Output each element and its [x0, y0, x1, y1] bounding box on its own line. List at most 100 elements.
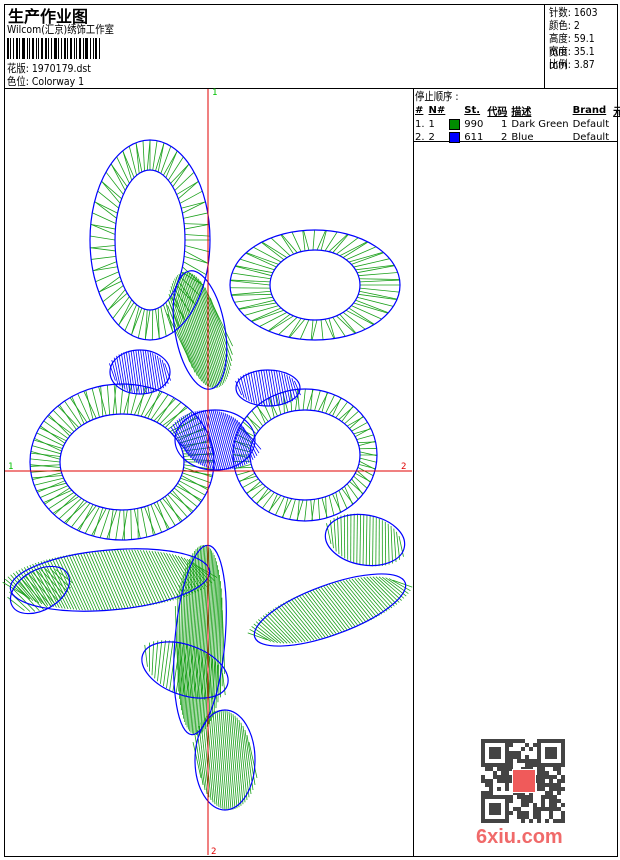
qr-module — [525, 755, 529, 759]
stitch — [112, 296, 130, 319]
qr-module — [537, 775, 541, 779]
stitch — [37, 480, 66, 493]
stop-sequence-title: 停止顺序 : — [415, 90, 459, 103]
stitch — [328, 318, 336, 339]
stitch — [328, 495, 335, 516]
qr-module — [549, 803, 553, 807]
stitch — [128, 146, 137, 176]
qr-module — [501, 771, 505, 775]
stitch — [133, 508, 141, 539]
stitch — [339, 313, 357, 334]
qr-module — [533, 811, 537, 815]
stitch — [368, 515, 371, 566]
stitch — [256, 488, 269, 505]
axis-left-label: 1 — [8, 462, 14, 472]
qr-module — [557, 783, 561, 787]
stitch — [163, 640, 170, 687]
qr-module — [557, 767, 561, 771]
qr-module — [553, 799, 557, 803]
stitch — [171, 489, 193, 514]
qr-module — [545, 771, 549, 775]
stitch — [297, 499, 300, 521]
qr-module — [509, 751, 513, 755]
qr-module — [537, 819, 541, 823]
stitch — [110, 163, 126, 191]
qr-module — [505, 779, 509, 783]
stitch — [93, 507, 104, 537]
qr-module — [493, 771, 497, 775]
qr-module — [537, 811, 541, 815]
table-row[interactable]: 2. 2 611 2 Blue Default — [415, 131, 620, 144]
table-row[interactable]: 1. 1 990 1 Dark Green Default — [415, 118, 620, 131]
stitch — [34, 437, 62, 452]
stitch — [355, 299, 389, 314]
stitch — [166, 640, 174, 689]
qr-module — [521, 747, 525, 751]
qr-module — [537, 807, 541, 811]
stitch — [246, 481, 261, 495]
stitch — [317, 587, 351, 630]
row-brand: Default — [572, 119, 610, 130]
stitch-count: 针数: 1603 — [549, 6, 598, 19]
qr-module — [505, 771, 509, 775]
stitch — [387, 523, 390, 565]
qr-module — [525, 803, 529, 807]
stitch — [151, 641, 155, 676]
stitch — [358, 272, 398, 277]
qr-module — [549, 779, 553, 783]
qr-module — [493, 775, 497, 779]
qr-module — [481, 779, 485, 783]
qr-module — [485, 767, 489, 771]
stitch — [202, 719, 212, 801]
stitch — [336, 315, 356, 334]
axis-right-label: 2 — [401, 462, 407, 472]
stitch — [118, 299, 133, 326]
qr-module — [501, 775, 505, 779]
qr-module — [509, 759, 513, 763]
stitch — [52, 496, 80, 514]
qr-module — [553, 775, 557, 779]
stitch — [329, 520, 334, 549]
stitch — [316, 230, 326, 251]
col-code: 代码 — [487, 107, 508, 118]
qr-module — [537, 771, 541, 775]
stitch — [140, 507, 148, 538]
row-n: 2 — [428, 132, 435, 143]
stitch — [150, 394, 169, 420]
watermark-logo: 6xiu.com — [476, 826, 563, 848]
qr-module — [537, 767, 541, 771]
stitch — [359, 514, 362, 565]
stitch — [17, 580, 44, 610]
stitch — [92, 266, 118, 272]
stitch — [324, 231, 338, 252]
stitch — [289, 499, 296, 520]
qr-module — [549, 775, 553, 779]
qr-module — [489, 767, 493, 771]
qr-module — [557, 799, 561, 803]
qr-module — [481, 775, 485, 779]
qr-module — [489, 747, 501, 759]
stitch — [170, 163, 190, 184]
qr-module — [541, 783, 545, 787]
stitch — [268, 493, 278, 513]
stitch — [240, 722, 250, 798]
stitch — [396, 531, 401, 560]
stitch — [355, 472, 371, 483]
outline — [59, 413, 185, 511]
qr-module — [557, 819, 561, 823]
qr-module — [561, 779, 565, 783]
outline — [253, 573, 407, 647]
qr-module — [549, 791, 553, 795]
qr-module — [545, 795, 549, 799]
stitch — [184, 223, 210, 230]
qr-module — [497, 787, 501, 791]
stitch — [115, 509, 121, 540]
info-divider — [544, 4, 545, 88]
stitch — [98, 280, 122, 293]
stop-sequence-table: # N# St. 代码 描述 Brand 元素 1. 1 990 1 Dark … — [415, 103, 620, 144]
col-st: St. — [464, 105, 481, 116]
stitch — [180, 477, 209, 489]
qr-module — [557, 771, 561, 775]
stitch — [351, 252, 384, 265]
col-desc: 描述 — [511, 107, 532, 118]
